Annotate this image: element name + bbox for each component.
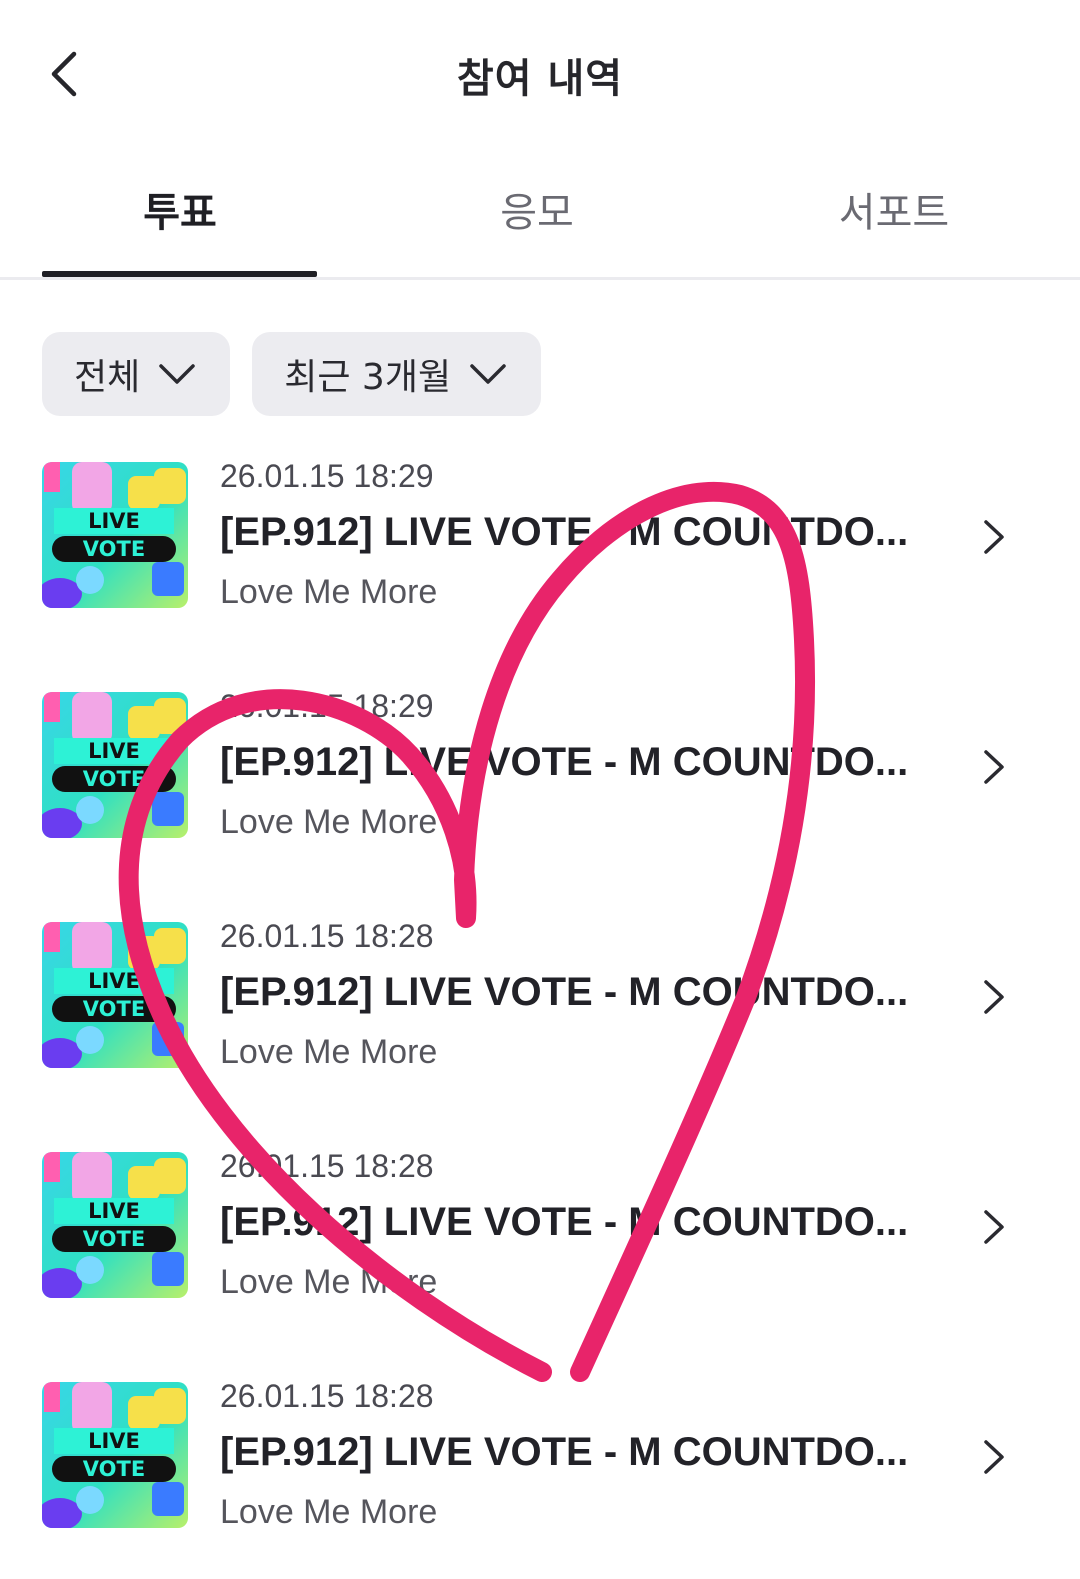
vote-thumbnail: LIVE VOTE [42, 692, 188, 838]
thumbnail-art: LIVE VOTE [42, 692, 188, 838]
thumb-text-live: LIVE [88, 1429, 140, 1453]
thumb-text-vote: VOTE [83, 537, 145, 561]
thumb-text-vote: VOTE [83, 1457, 145, 1481]
item-date: 26.01.15 18:29 [220, 458, 434, 494]
chevron-right-icon [984, 1210, 1004, 1244]
period-filter-label: 최근 3개월 [284, 357, 452, 398]
list-item[interactable]: LIVE VOTE 26.01.15 18:28 [EP.912] LIVE VO… [0, 1360, 1080, 1560]
thumb-text-live: LIVE [88, 1199, 140, 1223]
active-tab-indicator [42, 271, 317, 277]
list-item[interactable]: LIVE VOTE 26.01.15 18:29 [EP.912] LIVE VO… [0, 440, 1080, 640]
chevron-down-icon [470, 364, 506, 384]
category-filter-dropdown[interactable]: 전체 [42, 332, 231, 416]
tab-vote[interactable]: 투표 [0, 180, 360, 238]
chevron-down-icon [159, 364, 195, 384]
list-item[interactable]: LIVE VOTE 26.01.15 18:28 [EP.912] LIVE VO… [0, 1130, 1080, 1330]
item-title: [EP.912] LIVE VOTE - M COUNTDO... [220, 1430, 909, 1474]
vote-thumbnail: LIVE VOTE [42, 1382, 188, 1528]
vote-thumbnail: LIVE VOTE [42, 462, 188, 608]
thumb-text-live: LIVE [88, 969, 140, 993]
item-subtitle: Love Me More [220, 1493, 438, 1531]
thumbnail-art: LIVE VOTE [42, 1382, 188, 1528]
participation-history-screen: 참여 내역 투표 응모 서포트 전체 최근 3개월 LIVE VOTE 26.01… [0, 0, 1080, 1579]
thumbnail-art: LIVE VOTE [42, 922, 188, 1068]
vote-thumbnail: LIVE VOTE [42, 1152, 188, 1298]
chevron-right-icon [984, 520, 1004, 554]
thumb-text-vote: VOTE [83, 767, 145, 791]
item-subtitle: Love Me More [220, 573, 438, 611]
thumbnail-art: LIVE VOTE [42, 1152, 188, 1298]
thumb-text-vote: VOTE [83, 997, 145, 1021]
tab-support[interactable]: 서포트 [714, 180, 1074, 238]
item-date: 26.01.15 18:28 [220, 1378, 434, 1414]
category-filter-label: 전체 [74, 357, 141, 398]
period-filter-dropdown[interactable]: 최근 3개월 [252, 332, 542, 416]
item-date: 26.01.15 18:28 [220, 918, 434, 954]
thumbnail-art: LIVE VOTE [42, 462, 188, 608]
item-subtitle: Love Me More [220, 1033, 438, 1071]
item-title: [EP.912] LIVE VOTE - M COUNTDO... [220, 1200, 909, 1244]
item-title: [EP.912] LIVE VOTE - M COUNTDO... [220, 970, 909, 1014]
thumb-text-live: LIVE [88, 509, 140, 533]
tab-bar: 투표 응모 서포트 [0, 150, 1080, 280]
item-title: [EP.912] LIVE VOTE - M COUNTDO... [220, 510, 909, 554]
page-title: 참여 내역 [456, 56, 624, 102]
chevron-right-icon [984, 980, 1004, 1014]
thumb-text-vote: VOTE [83, 1227, 145, 1251]
header: 참여 내역 [0, 0, 1080, 150]
item-title: [EP.912] LIVE VOTE - M COUNTDO... [220, 740, 909, 784]
tab-entry[interactable]: 응모 [357, 180, 717, 238]
item-date: 26.01.15 18:29 [220, 688, 434, 724]
item-subtitle: Love Me More [220, 803, 438, 841]
list-item[interactable]: LIVE VOTE 26.01.15 18:28 [EP.912] LIVE VO… [0, 900, 1080, 1100]
vote-thumbnail: LIVE VOTE [42, 922, 188, 1068]
chevron-right-icon [984, 750, 1004, 784]
filter-bar: 전체 최근 3개월 [42, 332, 542, 416]
chevron-right-icon [984, 1440, 1004, 1474]
thumb-text-live: LIVE [88, 739, 140, 763]
item-date: 26.01.15 18:28 [220, 1148, 434, 1184]
item-subtitle: Love Me More [220, 1263, 438, 1301]
list-item[interactable]: LIVE VOTE 26.01.15 18:29 [EP.912] LIVE VO… [0, 670, 1080, 870]
